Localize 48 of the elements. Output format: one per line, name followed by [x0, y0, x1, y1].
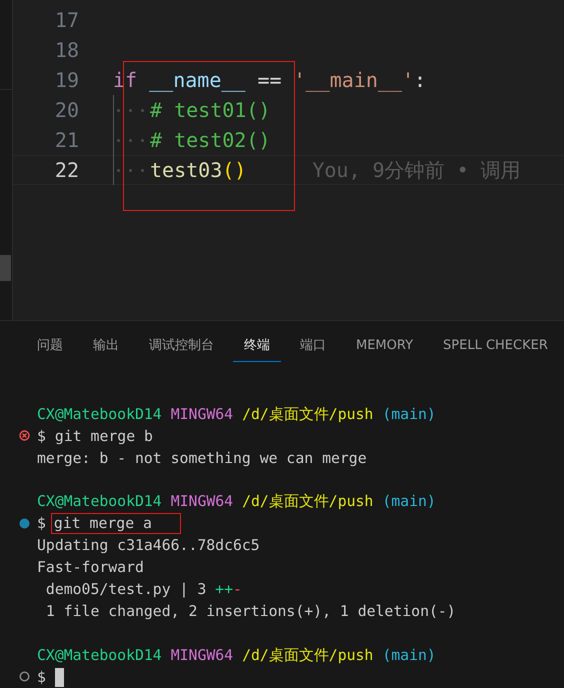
error-icon[interactable] — [19, 430, 30, 442]
prompt-branch: (main) — [382, 646, 436, 664]
command-text: git merge a — [50, 513, 181, 534]
line-number: 22 — [54, 158, 79, 182]
output-text: merge: b - not something we can merge — [37, 450, 367, 467]
line-number: 17 — [54, 8, 79, 32]
pending-circle-icon[interactable] — [19, 671, 30, 682]
prompt-system: MINGW64 — [170, 406, 234, 423]
panel-tab[interactable]: 输出 — [82, 326, 130, 362]
code-token: # test01() — [150, 98, 270, 122]
code-token: '__main__' — [292, 68, 414, 92]
code-token: __name__ — [148, 68, 246, 92]
output-text: Updating c31a466..78dc6c5 — [37, 537, 260, 554]
blame-annotation: You, 9分钟前 • 调用 — [312, 156, 521, 184]
output-text: 1 file changed, 2 insertions(+), 1 deletion(-) — [44, 602, 456, 620]
panel-tab[interactable]: MEMORY — [345, 326, 424, 362]
panel-tab[interactable]: 端口 — [289, 326, 337, 362]
prompt-path: /d/桌面文件/push — [242, 492, 374, 512]
panel-tab[interactable]: 终端 — [233, 326, 281, 362]
output-text: Fast-forward — [37, 559, 144, 576]
line-number: 20 — [54, 98, 79, 122]
line-number: 21 — [54, 128, 79, 152]
command-text: git merge b — [54, 426, 153, 446]
prompt-symbol: $ — [37, 668, 46, 686]
prompt-path: /d/桌面文件/push — [242, 404, 374, 424]
code-token: : — [414, 68, 426, 92]
scroll-mark — [0, 255, 11, 281]
code-token: () — [222, 158, 246, 182]
line-number: 18 — [54, 38, 79, 62]
panel-tab[interactable]: SPELL CHECKER — [432, 326, 559, 362]
prompt-user: CX@MatebookD14 — [37, 406, 162, 423]
prompt-symbol: $ — [37, 515, 46, 532]
prompt-path: /d/桌面文件/push — [242, 646, 374, 665]
panel-tab[interactable]: 调试控制台 — [138, 326, 225, 362]
code-token: test03 — [150, 158, 222, 182]
prompt-user: CX@MatebookD14 — [37, 646, 162, 664]
prompt-branch: (main) — [382, 406, 436, 423]
output-text: demo05/test.py | 3 ++- — [44, 580, 242, 598]
prompt-system: MINGW64 — [170, 493, 234, 510]
prompt-branch: (main) — [382, 493, 436, 510]
success-dot-icon[interactable] — [19, 518, 30, 529]
prompt-user: CX@MatebookD14 — [37, 493, 162, 510]
prompt-symbol: $ — [37, 428, 46, 445]
code-token: # test02() — [150, 128, 270, 152]
code-token: == — [256, 68, 282, 92]
line-number: 19 — [54, 68, 79, 92]
panel-tab[interactable]: 问题 — [26, 326, 74, 362]
prompt-system: MINGW64 — [170, 646, 234, 664]
